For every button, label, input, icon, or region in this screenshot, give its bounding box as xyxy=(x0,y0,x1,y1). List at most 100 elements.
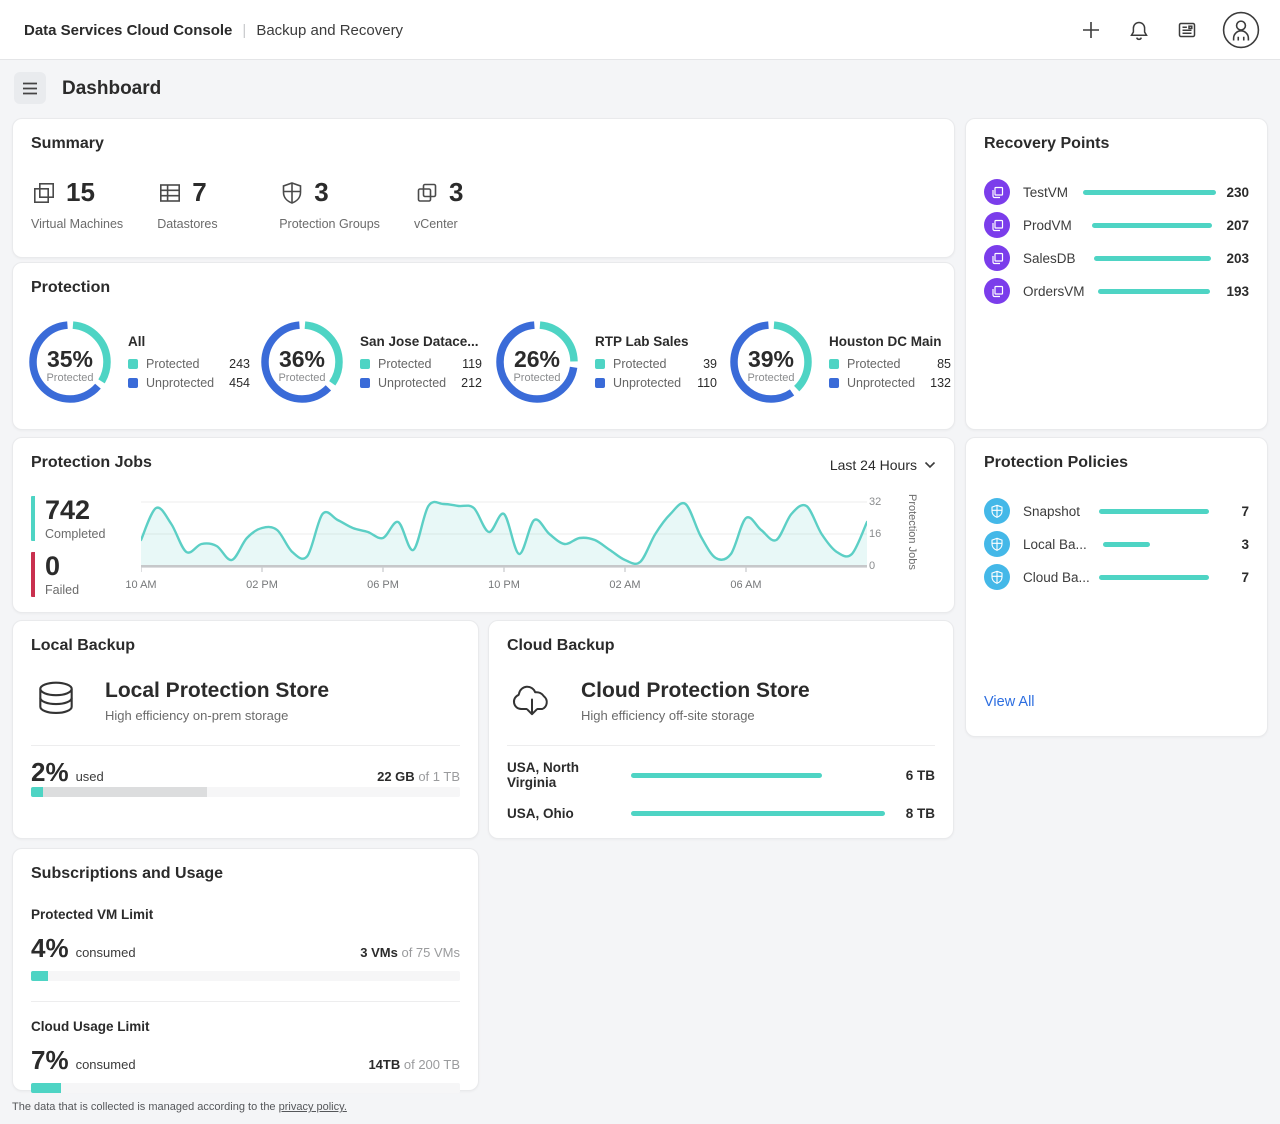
local-used-percent: 2% xyxy=(31,757,69,788)
local-usage-bar-used xyxy=(31,787,43,797)
cloud-download-icon xyxy=(509,679,555,725)
summary-card: Summary 15Virtual Machines7Datastores3Pr… xyxy=(12,118,955,258)
vm-copies-icon xyxy=(984,245,1010,271)
local-backup-title: Local Backup xyxy=(31,637,135,655)
summary-label: Virtual Machines xyxy=(31,217,123,231)
divider xyxy=(31,745,460,746)
legend-protected: Protected39 xyxy=(595,357,717,371)
legend-unprotected: Unprotected454 xyxy=(128,376,250,390)
unprotected-swatch xyxy=(595,378,605,388)
unprotected-swatch xyxy=(128,378,138,388)
datastores-icon xyxy=(157,180,183,206)
protected-swatch xyxy=(595,359,605,369)
row-value: 3 xyxy=(1217,537,1249,552)
vm-copies-icon xyxy=(984,212,1010,238)
svg-text:39%: 39% xyxy=(748,346,794,372)
row-value: 230 xyxy=(1226,185,1249,200)
view-all-link[interactable]: View All xyxy=(984,694,1035,710)
hamburger-menu-icon[interactable] xyxy=(14,72,46,104)
summary-value: 15 xyxy=(66,177,95,208)
cloud-backup-card: Cloud Backup Cloud Protection Store High… xyxy=(488,620,954,839)
cloud-store-subtitle: High efficiency off-site storage xyxy=(581,708,810,723)
region-value: 8 TB xyxy=(901,806,935,821)
policy-shield-icon xyxy=(984,564,1010,590)
brand-title: Data Services Cloud Console xyxy=(24,22,232,39)
divider xyxy=(31,1001,460,1002)
local-usage-detail: 22 GB of 1 TB xyxy=(377,769,460,784)
row-bar xyxy=(1103,542,1207,547)
svg-text:26%: 26% xyxy=(514,346,560,372)
recovery-point-row: ProdVM 207 xyxy=(984,212,1249,238)
subscription-section: Protected VM Limit4%consumed3 VMs of 75 … xyxy=(31,907,460,981)
consumed-percent: 7% xyxy=(31,1045,69,1076)
consumed-percent: 4% xyxy=(31,933,69,964)
consumed-detail: 14TB of 200 TB xyxy=(368,1057,460,1072)
recovery-point-row: OrdersVM193 xyxy=(984,278,1249,304)
summary-value: 7 xyxy=(192,177,206,208)
time-range-dropdown[interactable]: Last 24 Hours xyxy=(830,457,936,473)
completed-jobs-stat: 742 Completed xyxy=(31,496,105,541)
protection-policies-list: Snapshot7Local Ba...3Cloud Ba...7 xyxy=(984,498,1249,597)
protection-policies-card: Protection Policies Snapshot7 Local Ba...… xyxy=(965,437,1268,737)
chart-x-tick-label: 10 PM xyxy=(488,579,520,591)
failed-jobs-label: Failed xyxy=(45,583,79,597)
subscription-section-title: Protected VM Limit xyxy=(31,907,460,922)
legend-protected: Protected85 xyxy=(829,357,951,371)
cloud-regions-list: USA, North Virginia6 TB USA, Ohio8 TB xyxy=(507,760,935,837)
footer-note: The data that is collected is managed ac… xyxy=(12,1101,347,1113)
summary-title: Summary xyxy=(31,135,104,153)
protection-title: Protection xyxy=(31,279,110,297)
recovery-points-title: Recovery Points xyxy=(984,135,1109,153)
chart-x-tick-label: 02 AM xyxy=(609,579,640,591)
legend-unprotected: Unprotected212 xyxy=(360,376,482,390)
region-name: USA, North Virginia xyxy=(507,760,631,790)
subscriptions-body: Protected VM Limit4%consumed3 VMs of 75 … xyxy=(31,907,460,1093)
add-icon[interactable] xyxy=(1078,17,1104,43)
breadcrumb: Data Services Cloud Console | Backup and… xyxy=(24,0,403,60)
chart-y-tick-label: 0 xyxy=(869,560,893,572)
completed-jobs-label: Completed xyxy=(45,527,105,541)
row-bar xyxy=(1094,256,1211,261)
cloud-region-row: USA, North Virginia6 TB xyxy=(507,760,935,790)
summary-items: 15Virtual Machines7Datastores3Protection… xyxy=(31,177,502,231)
protection-group-name: Houston DC Main xyxy=(829,334,951,349)
protection-group-name: San Jose Datace... xyxy=(360,334,482,349)
notifications-icon[interactable] xyxy=(1126,17,1152,43)
chart-y-tick-label: 16 xyxy=(869,528,893,540)
svg-text:Protected: Protected xyxy=(278,372,325,384)
protection-jobs-card: Protection Jobs Last 24 Hours 742 Comple… xyxy=(12,437,955,613)
whats-new-icon[interactable] xyxy=(1174,17,1200,43)
local-used-label: used xyxy=(76,769,104,784)
vcenter-icon xyxy=(414,180,440,206)
user-avatar[interactable] xyxy=(1222,11,1260,49)
protection-policy-row: Local Ba...3 xyxy=(984,531,1249,557)
unprotected-swatch xyxy=(360,378,370,388)
failed-jobs-stat: 0 Failed xyxy=(31,552,79,597)
local-backup-card: Local Backup Local Protection Store High… xyxy=(12,620,479,839)
row-value: 7 xyxy=(1219,504,1249,519)
unprotected-swatch xyxy=(829,378,839,388)
region-bar xyxy=(631,811,885,816)
recovery-point-row: TestVM230 xyxy=(984,179,1249,205)
protection-donut-chart: 26%Protected xyxy=(495,320,579,404)
brand-separator: | xyxy=(242,22,246,39)
protection-group: 39%ProtectedHouston DC MainProtected85Un… xyxy=(729,320,954,420)
row-name: ProdVM xyxy=(1023,218,1082,233)
row-name: OrdersVM xyxy=(1023,284,1088,299)
privacy-policy-link[interactable]: privacy policy. xyxy=(279,1101,347,1113)
recovery-points-list: TestVM230ProdVM207SalesDB203OrdersVM193 xyxy=(984,179,1249,311)
row-value: 207 xyxy=(1222,218,1249,233)
protection-jobs-title: Protection Jobs xyxy=(31,454,152,472)
protection-jobs-chart xyxy=(141,496,867,576)
subscriptions-title: Subscriptions and Usage xyxy=(31,865,223,883)
row-value: 7 xyxy=(1219,570,1249,585)
subscription-section-title: Cloud Usage Limit xyxy=(31,1019,460,1034)
top-header: Data Services Cloud Console | Backup and… xyxy=(0,0,1280,60)
recovery-points-card: Recovery Points TestVM230ProdVM207SalesD… xyxy=(965,118,1268,430)
legend-protected: Protected119 xyxy=(360,357,482,371)
protection-policy-row: Snapshot7 xyxy=(984,498,1249,524)
local-usage-bar xyxy=(31,787,460,797)
protection-policies-title: Protection Policies xyxy=(984,454,1128,472)
chart-y-tick-label: 32 xyxy=(869,496,893,508)
cloud-region-row: USA, Ohio8 TB xyxy=(507,806,935,821)
